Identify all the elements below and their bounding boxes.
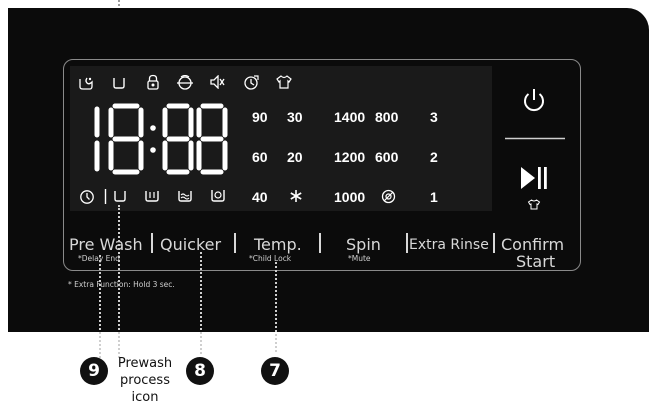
- temp-60: 60: [252, 149, 268, 165]
- rinse-2: 2: [430, 149, 438, 165]
- wash-tub-icon: [113, 190, 127, 202]
- callout-7: 7: [261, 357, 289, 385]
- spin-icon: [210, 189, 226, 202]
- caption-line-3: icon: [131, 390, 159, 405]
- stain-icon: [78, 76, 94, 90]
- extra-rinse-button[interactable]: Extra Rinse: [409, 237, 489, 253]
- caption-line-2: process: [120, 373, 170, 388]
- seven-segment-digits: [94, 103, 228, 175]
- play-pause-icon[interactable]: [520, 166, 548, 190]
- extra-function-note: * Extra Function: Hold 3 sec.: [68, 280, 175, 289]
- leader-line-9: [99, 255, 101, 358]
- spin-1000: 1000: [334, 189, 366, 205]
- main-wash-tub-icon: [144, 190, 160, 202]
- child-lock-sublabel: *Child Lock: [249, 254, 292, 263]
- rinse-1: 1: [430, 189, 438, 205]
- pre-wash-button[interactable]: Pre Wash: [69, 235, 143, 254]
- no-spin-icon: [381, 189, 396, 204]
- mute-icon: [209, 75, 225, 89]
- spin-button[interactable]: Spin: [346, 235, 381, 254]
- quicker-button[interactable]: Quicker: [160, 235, 221, 254]
- prewash-caption: Prewash process icon: [113, 355, 177, 406]
- spin-600: 600: [375, 149, 399, 165]
- spin-1200: 1200: [334, 149, 366, 165]
- power-icon[interactable]: [521, 87, 547, 114]
- shirt-icon: [275, 75, 293, 89]
- label-separator: [406, 233, 408, 253]
- label-separator: [234, 233, 236, 253]
- delay-timer-icon: [243, 75, 259, 90]
- rinse-3: 3: [430, 109, 438, 125]
- rinse-icon: [177, 190, 193, 202]
- power-divider: [505, 137, 565, 140]
- lock-icon: [146, 74, 160, 90]
- clock-icon: [79, 189, 95, 205]
- spin-1400: 1400: [334, 109, 366, 125]
- callout-8: 8: [186, 357, 214, 385]
- caption-line-1: Prewash: [117, 356, 173, 371]
- prewash-tub-icon: [112, 77, 126, 89]
- mute-sublabel: *Mute: [348, 254, 371, 263]
- time-display: [85, 103, 230, 180]
- extra-rinse-shirt-icon: [527, 199, 541, 210]
- temp-90: 90: [252, 109, 268, 125]
- label-separator: [319, 233, 321, 253]
- spin-800: 800: [375, 109, 399, 125]
- temp-20: 20: [287, 149, 303, 165]
- temp-40: 40: [252, 189, 268, 205]
- label-separator: [493, 233, 495, 253]
- leader-line-prewash-icon: [118, 205, 120, 358]
- leader-line-7: [275, 262, 277, 352]
- leader-line-8: [200, 252, 202, 354]
- temp-30: 30: [287, 109, 303, 125]
- callout-9: 9: [80, 357, 108, 385]
- temp-button[interactable]: Temp.: [254, 235, 302, 254]
- snowflake-icon: [289, 189, 303, 203]
- process-separator: [104, 189, 107, 204]
- drum-clean-icon: [176, 75, 194, 90]
- start-label: Start: [516, 252, 556, 271]
- label-separator: [151, 233, 153, 253]
